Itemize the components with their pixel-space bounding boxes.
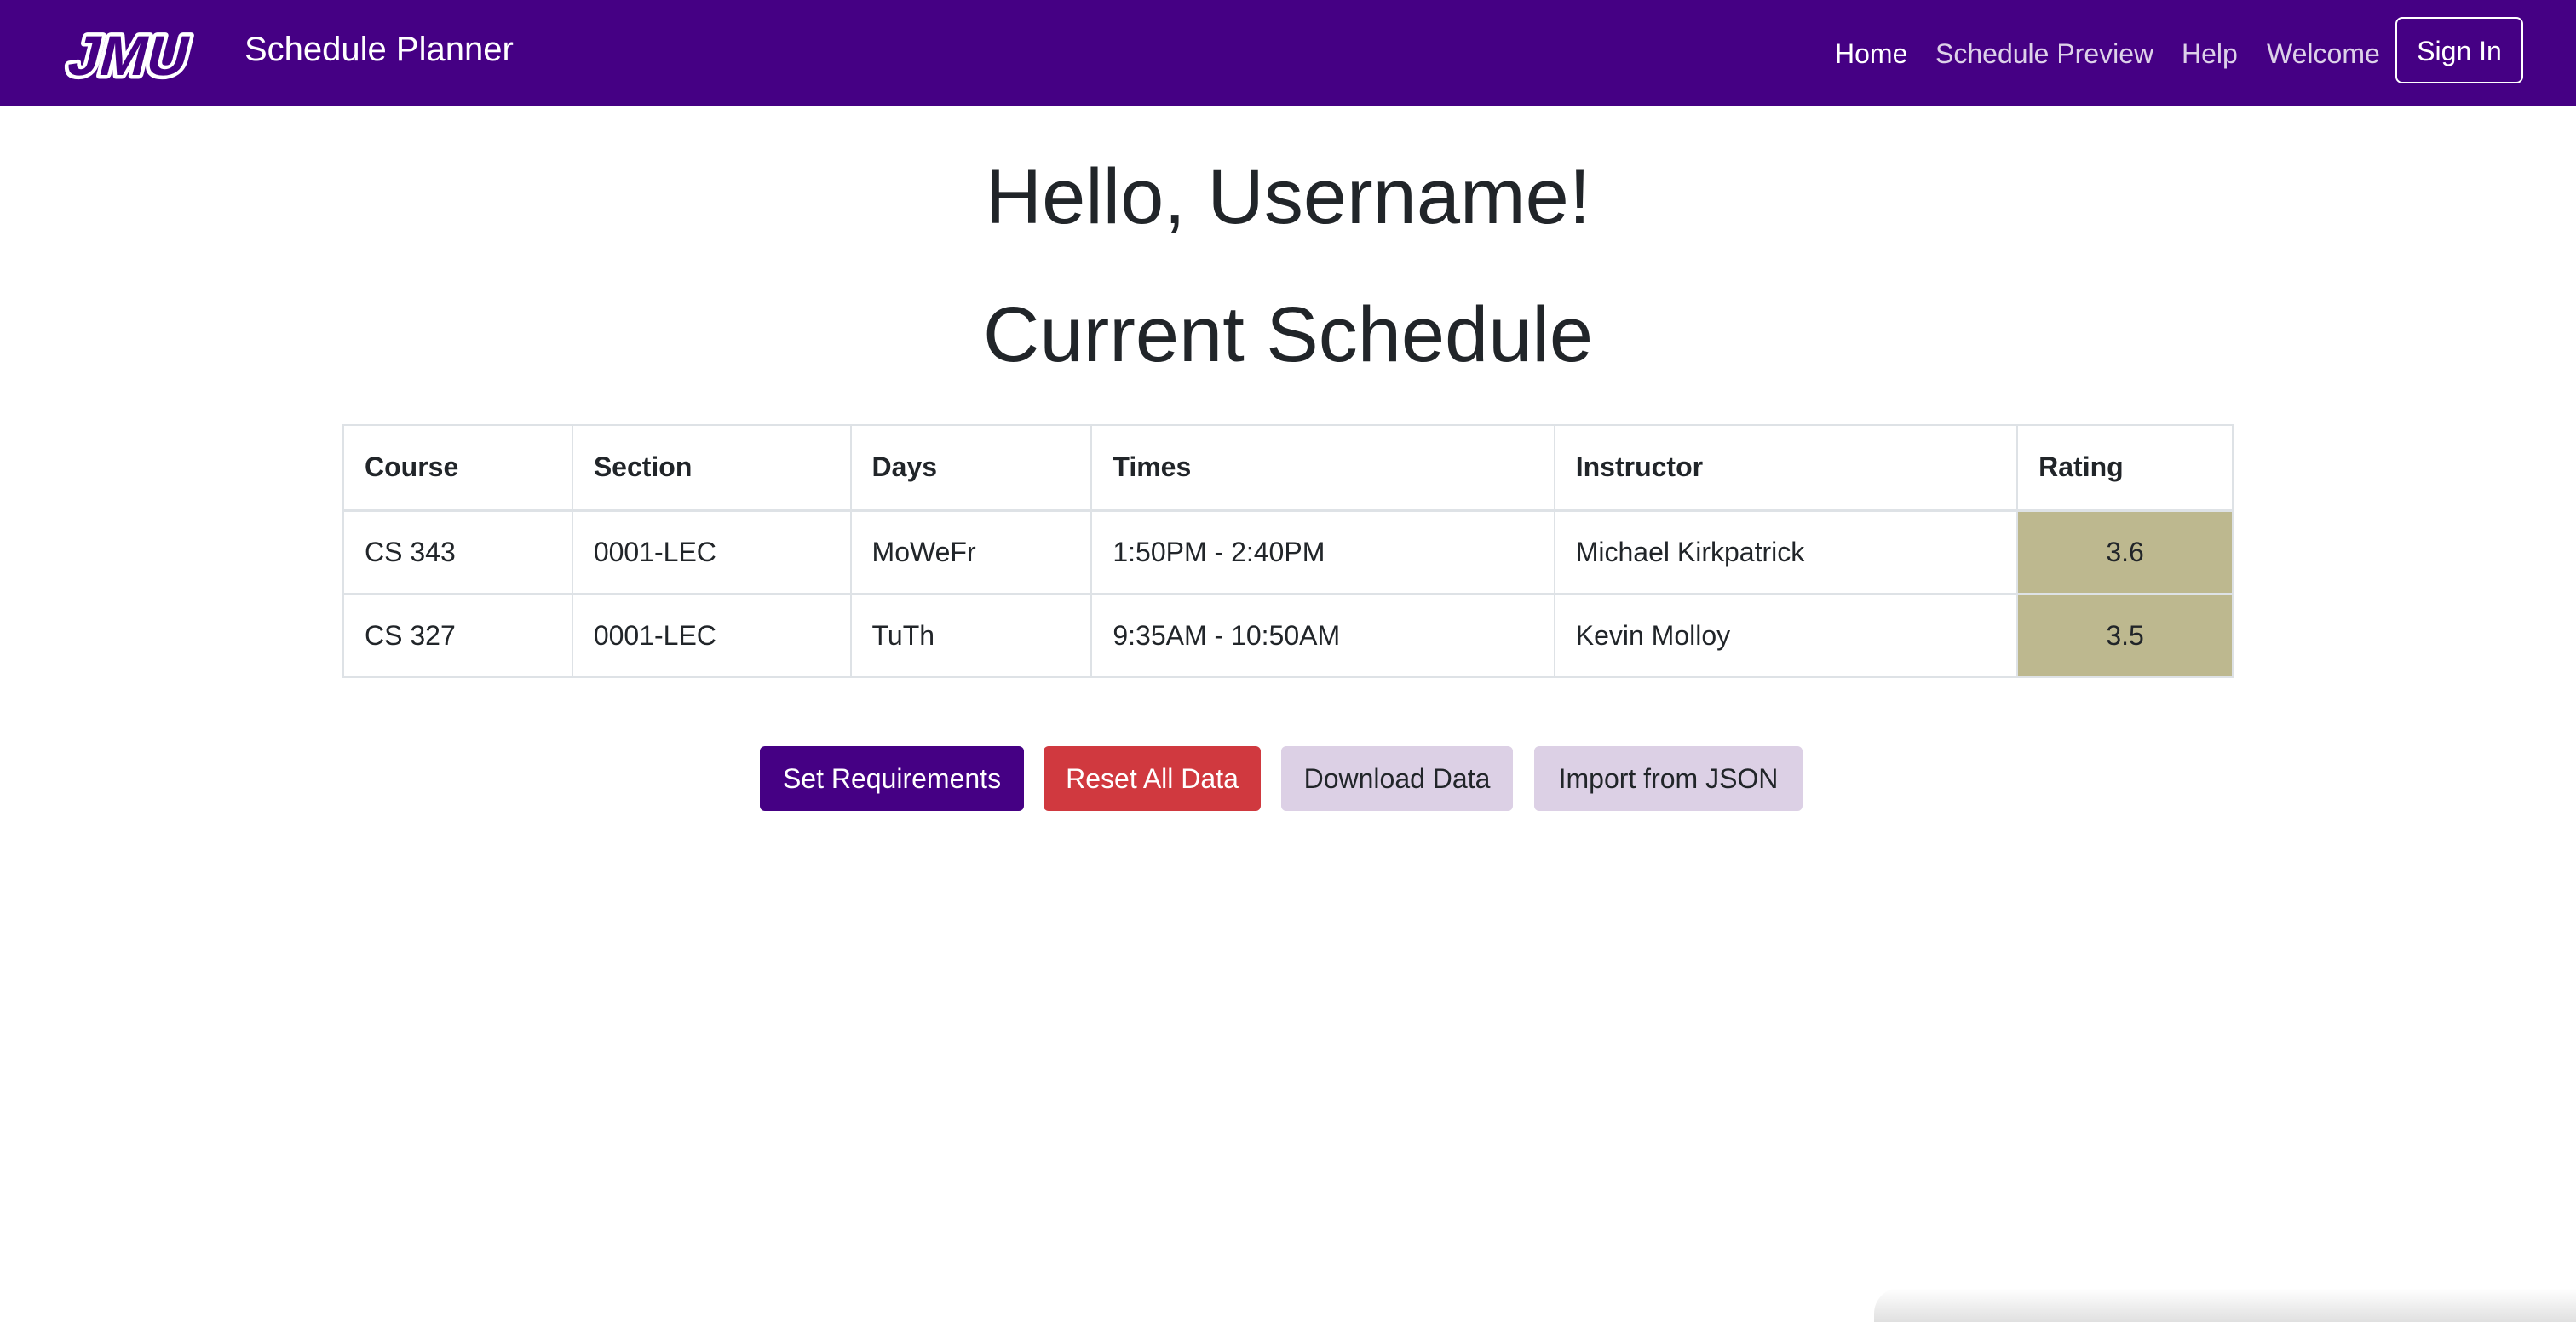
app-title[interactable]: Schedule Planner [244, 26, 514, 73]
cell-instructor: Michael Kirkpatrick [1553, 509, 2019, 595]
schedule-table: Course Section Days Times Instructor Rat… [342, 424, 2234, 678]
jmu-logo[interactable]: JMU [56, 22, 221, 82]
column-header-times: Times [1090, 424, 1555, 512]
action-buttons: Set Requirements Reset All Data Download… [0, 746, 2576, 811]
reset-all-data-button[interactable]: Reset All Data [1044, 746, 1261, 811]
cell-course: CS 327 [342, 593, 573, 678]
cell-course: CS 343 [342, 509, 573, 595]
nav-link-help[interactable]: Help [2182, 34, 2238, 73]
top-navbar: JMU Schedule Planner Home Schedule Previ… [0, 0, 2576, 106]
cell-times: 9:35AM - 10:50AM [1090, 593, 1555, 678]
table-row: CS 343 0001-LEC MoWeFr 1:50PM - 2:40PM M… [342, 509, 2234, 595]
cell-rating: 3.5 [2016, 593, 2234, 678]
cell-instructor: Kevin Molloy [1553, 593, 2019, 678]
nav-link-welcome[interactable]: Welcome [2267, 34, 2380, 73]
svg-text:JMU: JMU [62, 25, 197, 82]
current-schedule-heading: Current Schedule [983, 291, 1593, 378]
download-data-button[interactable]: Download Data [1281, 746, 1513, 811]
import-json-button[interactable]: Import from JSON [1534, 746, 1803, 811]
cell-section: 0001-LEC [571, 593, 852, 678]
bottom-shadow [1874, 1288, 2576, 1322]
table-row: CS 327 0001-LEC TuTh 9:35AM - 10:50AM Ke… [342, 593, 2234, 678]
nav-link-home[interactable]: Home [1835, 34, 1907, 73]
nav-link-schedule-preview[interactable]: Schedule Preview [1935, 34, 2153, 73]
cell-section: 0001-LEC [571, 509, 852, 595]
set-requirements-button[interactable]: Set Requirements [760, 746, 1024, 811]
cell-rating: 3.6 [2016, 509, 2234, 595]
cell-days: TuTh [849, 593, 1093, 678]
column-header-days: Days [849, 424, 1093, 512]
sign-in-button[interactable]: Sign In [2395, 17, 2523, 83]
cell-times: 1:50PM - 2:40PM [1090, 509, 1555, 595]
greeting-heading: Hello, Username! [985, 153, 1591, 240]
table-header-row: Course Section Days Times Instructor Rat… [342, 424, 2234, 512]
column-header-course: Course [342, 424, 573, 512]
column-header-instructor: Instructor [1553, 424, 2019, 512]
column-header-section: Section [571, 424, 852, 512]
column-header-rating: Rating [2016, 424, 2234, 512]
cell-days: MoWeFr [849, 509, 1093, 595]
